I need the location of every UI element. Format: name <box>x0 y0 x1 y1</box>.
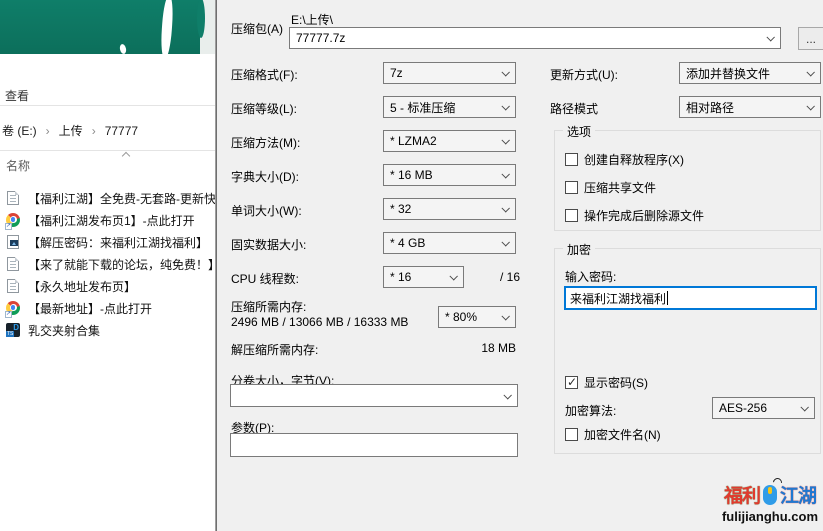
format-combobox[interactable]: 7z <box>383 62 516 84</box>
list-item[interactable]: ↗ 【最新地址】-点此打开 <box>0 297 216 319</box>
encryption-group-title: 加密 <box>563 241 595 258</box>
divider <box>0 150 216 151</box>
chevron-down-icon <box>806 102 814 110</box>
breadcrumb-folder-upload[interactable]: 上传 <box>59 122 83 139</box>
video-ts-icon <box>6 323 21 338</box>
text-file-icon <box>6 191 21 206</box>
archive-name-combobox[interactable]: 77777.7z <box>289 27 781 49</box>
screen: 查看 卷 (E:) › 上传 › 77777 名称 【福利江湖】全免费-无套路-… <box>0 0 823 531</box>
cpu-threads-max: / 16 <box>500 270 520 284</box>
list-item[interactable]: 【解压密码：来福利江湖找福利】 <box>0 231 216 253</box>
update-mode-combobox[interactable]: 添加并替换文件 <box>679 62 821 84</box>
text-file-icon <box>6 257 21 272</box>
chrome-shortcut-icon: ↗ <box>6 301 21 316</box>
chevron-down-icon <box>501 136 509 144</box>
method-label: 压缩方法(M): <box>231 134 300 151</box>
word-size-combobox[interactable]: * 32 <box>383 198 516 220</box>
sort-ascending-icon[interactable] <box>122 152 130 160</box>
path-mode-combobox[interactable]: 相对路径 <box>679 96 821 118</box>
option-delete-after[interactable]: 操作完成后删除源文件 <box>565 207 704 224</box>
volume-size-combobox[interactable] <box>230 384 518 407</box>
chrome-shortcut-icon: ↗ <box>6 213 21 228</box>
checkbox-unchecked-icon[interactable] <box>565 209 578 222</box>
chevron-down-icon <box>501 238 509 246</box>
chevron-down-icon <box>501 312 509 320</box>
text-cursor <box>667 291 668 305</box>
memory-compress-label: 压缩所需内存: <box>231 298 306 315</box>
breadcrumb-chevron-icon: › <box>92 124 96 138</box>
checkbox-unchecked-icon[interactable] <box>565 181 578 194</box>
cpu-threads-label: CPU 线程数: <box>231 270 299 287</box>
menu-tab-view[interactable]: 查看 <box>5 87 29 104</box>
memory-decompress-label: 解压缩所需内存: <box>231 341 318 358</box>
wallpaper-stroke <box>119 43 127 54</box>
browse-button[interactable]: ... <box>798 27 823 50</box>
solid-block-label: 固实数据大小: <box>231 236 306 253</box>
breadcrumb-drive[interactable]: 卷 (E:) <box>2 122 37 139</box>
chevron-down-icon[interactable] <box>766 33 774 41</box>
chevron-down-icon <box>501 204 509 212</box>
logo-text-fuli: 福利 <box>724 481 760 508</box>
breadcrumb: 卷 (E:) › 上传 › 77777 <box>2 122 138 139</box>
password-label: 输入密码: <box>565 268 616 285</box>
checkbox-unchecked-icon[interactable] <box>565 428 578 441</box>
breadcrumb-folder-current[interactable]: 77777 <box>105 124 138 138</box>
list-item[interactable]: ↗ 【福利江湖发布页1】-点此打开 <box>0 209 216 231</box>
desktop-wallpaper <box>0 0 216 54</box>
chevron-down-icon <box>800 403 808 411</box>
logo-domain: fulijianghu.com <box>715 509 823 524</box>
text-file-icon <box>6 279 21 294</box>
list-item[interactable]: 【来了就能下载的论坛，纯免费！】 <box>0 253 216 275</box>
checkbox-checked-icon[interactable] <box>565 376 578 389</box>
column-header-name[interactable]: 名称 <box>6 157 30 174</box>
encryption-method-label: 加密算法: <box>565 402 616 419</box>
wallpaper-stroke <box>197 0 205 38</box>
list-item[interactable]: 乳交夹射合集 <box>0 319 216 341</box>
option-compress-shared[interactable]: 压缩共享文件 <box>565 179 656 196</box>
option-create-sfx[interactable]: 创建自释放程序(X) <box>565 151 684 168</box>
dictionary-label: 字典大小(D): <box>231 168 299 185</box>
show-password-checkbox[interactable]: 显示密码(S) <box>565 374 648 391</box>
format-label: 压缩格式(F): <box>231 66 298 83</box>
level-combobox[interactable]: 5 - 标准压缩 <box>383 96 516 118</box>
parameters-input[interactable] <box>230 433 518 457</box>
password-input[interactable]: 来福利江湖找福利 <box>564 286 817 310</box>
encrypt-filenames-checkbox[interactable]: 加密文件名(N) <box>565 426 661 443</box>
options-group-title: 选项 <box>563 123 595 140</box>
checkbox-unchecked-icon[interactable] <box>565 153 578 166</box>
breadcrumb-chevron-icon: › <box>46 124 50 138</box>
cpu-threads-combobox[interactable]: * 16 <box>383 266 464 288</box>
logo-text-jianghu: 江湖 <box>780 481 816 508</box>
fulijianghu-logo: 福利 江湖 fulijianghu.com <box>715 481 823 524</box>
update-mode-label: 更新方式(U): <box>550 66 618 83</box>
list-item[interactable]: 【永久地址发布页】 <box>0 275 216 297</box>
chevron-down-icon <box>806 68 814 76</box>
encryption-method-combobox[interactable]: AES-256 <box>712 397 815 419</box>
chevron-down-icon <box>501 68 509 76</box>
chevron-down-icon <box>501 102 509 110</box>
archive-label: 压缩包(A) <box>231 20 283 37</box>
memory-percent-combobox[interactable]: * 80% <box>438 306 516 328</box>
mouse-icon <box>763 485 777 505</box>
add-to-archive-dialog: 压缩包(A) E:\上传\ 77777.7z ... 压缩格式(F): 7z 压… <box>216 0 823 531</box>
image-file-icon <box>6 235 21 250</box>
solid-block-combobox[interactable]: * 4 GB <box>383 232 516 254</box>
word-size-label: 单词大小(W): <box>231 202 302 219</box>
archive-directory: E:\上传\ <box>291 11 333 28</box>
chevron-down-icon <box>503 391 511 399</box>
list-item[interactable]: 【福利江湖】全免费-无套路-更新快 <box>0 187 216 209</box>
memory-decompress-value: 18 MB <box>441 341 516 355</box>
path-mode-label: 路径模式 <box>550 100 598 117</box>
level-label: 压缩等级(L): <box>231 100 297 117</box>
chevron-down-icon <box>449 272 457 280</box>
memory-compress-values: 2496 MB / 13066 MB / 16333 MB <box>231 315 408 329</box>
explorer-window: 查看 卷 (E:) › 上传 › 77777 名称 【福利江湖】全免费-无套路-… <box>0 0 216 531</box>
wallpaper-stroke <box>160 0 174 54</box>
chevron-down-icon <box>501 170 509 178</box>
divider <box>0 105 216 106</box>
method-combobox[interactable]: * LZMA2 <box>383 130 516 152</box>
dictionary-combobox[interactable]: * 16 MB <box>383 164 516 186</box>
